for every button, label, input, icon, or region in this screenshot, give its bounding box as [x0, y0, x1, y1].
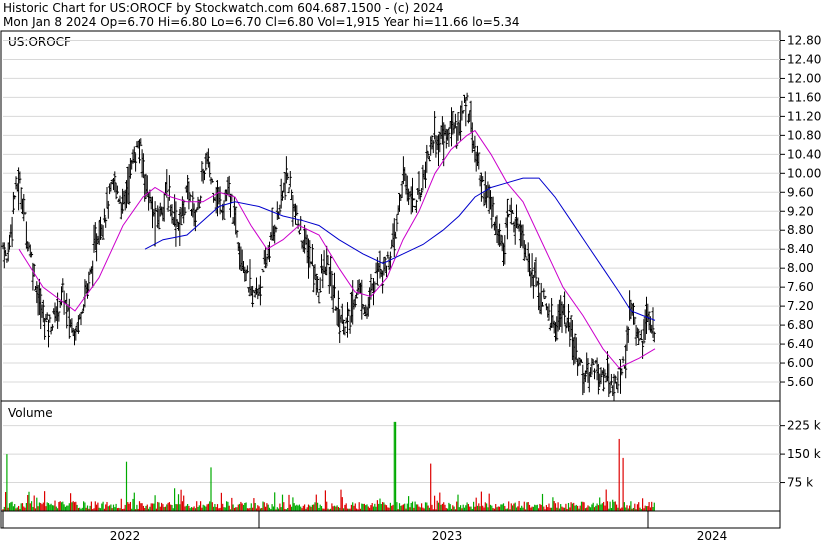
chart-header-line1: Historic Chart for US:OROCF by Stockwatc… — [3, 1, 444, 15]
price-tick-label: 6.80 — [787, 318, 814, 332]
price-tick-label: 8.80 — [787, 223, 814, 237]
stock-chart: Historic Chart for US:OROCF by Stockwatc… — [0, 0, 830, 543]
price-tick-label: 8.40 — [787, 242, 814, 256]
price-tick-label: 8.00 — [787, 261, 814, 275]
volume-tick-label: 75 k — [787, 476, 813, 490]
price-panel — [0, 30, 781, 402]
price-axis: 12.80 12.40 12.00 11.60 11.20 10.80 10.40 10.00… — [780, 33, 821, 389]
chart-canvas: Historic Chart for US:OROCF by Stockwatc… — [0, 1, 821, 543]
price-tick-label: 5.60 — [787, 375, 814, 389]
price-tick-label: 6.40 — [787, 337, 814, 351]
price-tick-label: 9.20 — [787, 204, 814, 218]
price-tick-label: 11.20 — [787, 109, 821, 123]
price-tick-label: 7.20 — [787, 299, 814, 313]
price-tick-label: 6.00 — [787, 356, 814, 370]
date-axis-band — [0, 510, 781, 529]
volume-panel — [0, 400, 781, 512]
volume-tick-label: 150 k — [787, 447, 821, 461]
volume-tick-label: 225 k — [787, 419, 821, 433]
price-tick-label: 12.40 — [787, 52, 821, 66]
price-tick-label: 9.60 — [787, 185, 814, 199]
year-label: 2022 — [110, 529, 141, 543]
price-tick-label: 7.60 — [787, 280, 814, 294]
price-panel-label: US:OROCF — [8, 35, 71, 49]
volume-panel-label: Volume — [8, 406, 53, 420]
year-label: 2024 — [697, 529, 728, 543]
volume-axis: 225 k 150 k 75 k — [780, 419, 821, 490]
chart-header-line2: Mon Jan 8 2024 Op=6.70 Hi=6.80 Lo=6.70 C… — [3, 15, 520, 29]
price-tick-label: 10.80 — [787, 128, 821, 142]
price-tick-label: 11.60 — [787, 90, 821, 104]
price-tick-label: 12.80 — [787, 33, 821, 47]
year-label: 2023 — [432, 529, 463, 543]
price-tick-label: 10.40 — [787, 147, 821, 161]
price-tick-label: 12.00 — [787, 71, 821, 85]
price-tick-label: 10.00 — [787, 166, 821, 180]
